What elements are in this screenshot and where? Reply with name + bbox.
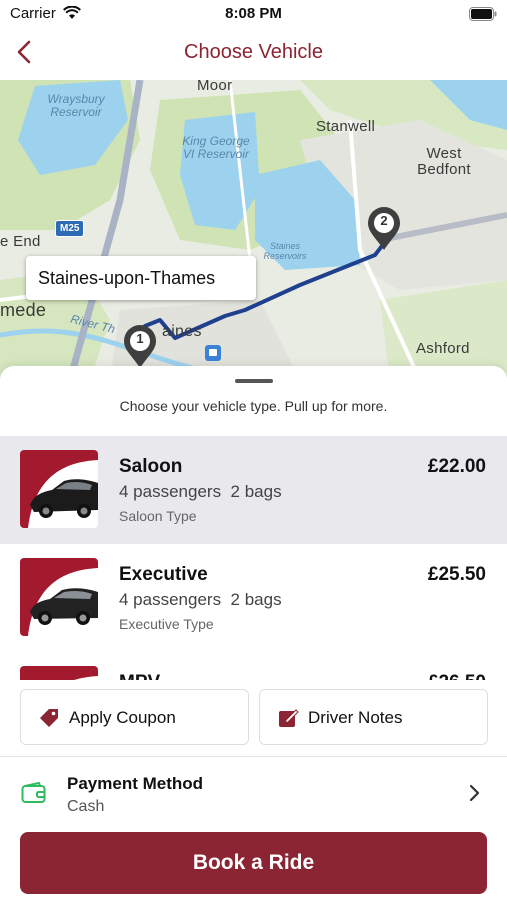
map-label-staines-reservoirs: Staines Reservoirs	[263, 241, 307, 261]
map-label-wraysbury: Wraysbury Reservoir	[47, 92, 105, 119]
vehicle-capacity: 4 passengers 2 bags	[119, 590, 282, 610]
m25-road-badge: M25	[55, 220, 85, 237]
dropoff-pin-number: 2	[380, 213, 388, 228]
executive-car-image	[20, 558, 98, 636]
vehicle-passengers: 4 passengers	[119, 590, 222, 609]
vehicle-bags: 2 bags	[230, 590, 282, 609]
map-label-end: e End	[0, 233, 41, 250]
map-label-ashford: Ashford	[416, 340, 470, 357]
driver-notes-label: Driver Notes	[308, 708, 403, 727]
vehicle-name: Executive	[119, 564, 208, 585]
vehicle-type: Executive Type	[119, 616, 214, 632]
nav-bar: Choose Vehicle	[0, 28, 507, 80]
pickup-pin[interactable]: 1	[122, 324, 158, 370]
payment-method-value: Cash	[67, 798, 105, 815]
vehicle-type: Saloon Type	[119, 508, 197, 524]
map-label-moor: Moor	[197, 80, 233, 94]
tag-icon	[40, 709, 58, 727]
apply-coupon-button[interactable]: Apply Coupon	[20, 689, 249, 745]
battery-icon	[469, 7, 497, 21]
car-thumbnail	[20, 450, 98, 528]
pickup-pin-number: 1	[136, 331, 144, 346]
sheet-grabber[interactable]	[235, 379, 273, 383]
edit-note-icon	[279, 709, 299, 727]
vehicle-sheet[interactable]: Choose your vehicle type. Pull up for mo…	[0, 366, 507, 900]
vehicle-row-executive[interactable]: Executive 4 passengers 2 bags Executive …	[0, 544, 507, 652]
map-label-king-george: King George VI Reservoir	[182, 134, 250, 161]
vehicle-bags: 2 bags	[230, 482, 282, 501]
payment-method-row[interactable]: Payment Method Cash	[0, 758, 507, 828]
vehicle-name: Saloon	[119, 456, 183, 477]
book-ride-button[interactable]: Book a Ride	[20, 832, 487, 894]
vehicle-passengers: 4 passengers	[119, 482, 222, 501]
vehicle-list[interactable]: Saloon 4 passengers 2 bags Saloon Type £…	[0, 436, 507, 680]
map-label-mede: mede	[0, 300, 47, 320]
route-map[interactable]: Moor Stanwell West Bedfont e End mede As…	[0, 80, 507, 380]
map-label-stanwell: Stanwell	[316, 118, 376, 135]
vehicle-capacity: 4 passengers 2 bags	[119, 482, 282, 502]
location-callout[interactable]: Staines-upon-Thames	[26, 256, 256, 300]
saloon-car-image	[20, 450, 98, 528]
vehicle-price: £26.50	[428, 672, 486, 680]
chevron-right-icon	[469, 784, 480, 802]
driver-notes-button[interactable]: Driver Notes	[259, 689, 488, 745]
vehicle-name: MPV	[119, 672, 160, 680]
map-label-west-bedfont: West Bedfont	[417, 145, 471, 178]
map-label-staines: aines	[162, 323, 202, 340]
page-title: Choose Vehicle	[184, 41, 323, 63]
car-thumbnail	[20, 558, 98, 636]
status-bar: Carrier 8:08 PM	[0, 0, 507, 28]
mpv-car-image	[20, 666, 98, 680]
wallet-icon	[21, 782, 46, 803]
vehicle-price: £25.50	[427, 564, 486, 585]
sheet-hint: Choose your vehicle type. Pull up for mo…	[119, 398, 388, 414]
clock: 8:08 PM	[225, 5, 282, 22]
vehicle-price: £22.00	[427, 456, 486, 477]
divider	[0, 756, 507, 757]
car-thumbnail	[20, 666, 98, 680]
apply-coupon-label: Apply Coupon	[69, 708, 176, 727]
vehicle-row-saloon[interactable]: Saloon 4 passengers 2 bags Saloon Type £…	[0, 436, 507, 544]
dropoff-pin[interactable]: 2	[366, 206, 402, 252]
payment-method-title: Payment Method	[67, 774, 204, 793]
vehicle-row-mpv[interactable]: MPV £26.50	[0, 652, 507, 680]
